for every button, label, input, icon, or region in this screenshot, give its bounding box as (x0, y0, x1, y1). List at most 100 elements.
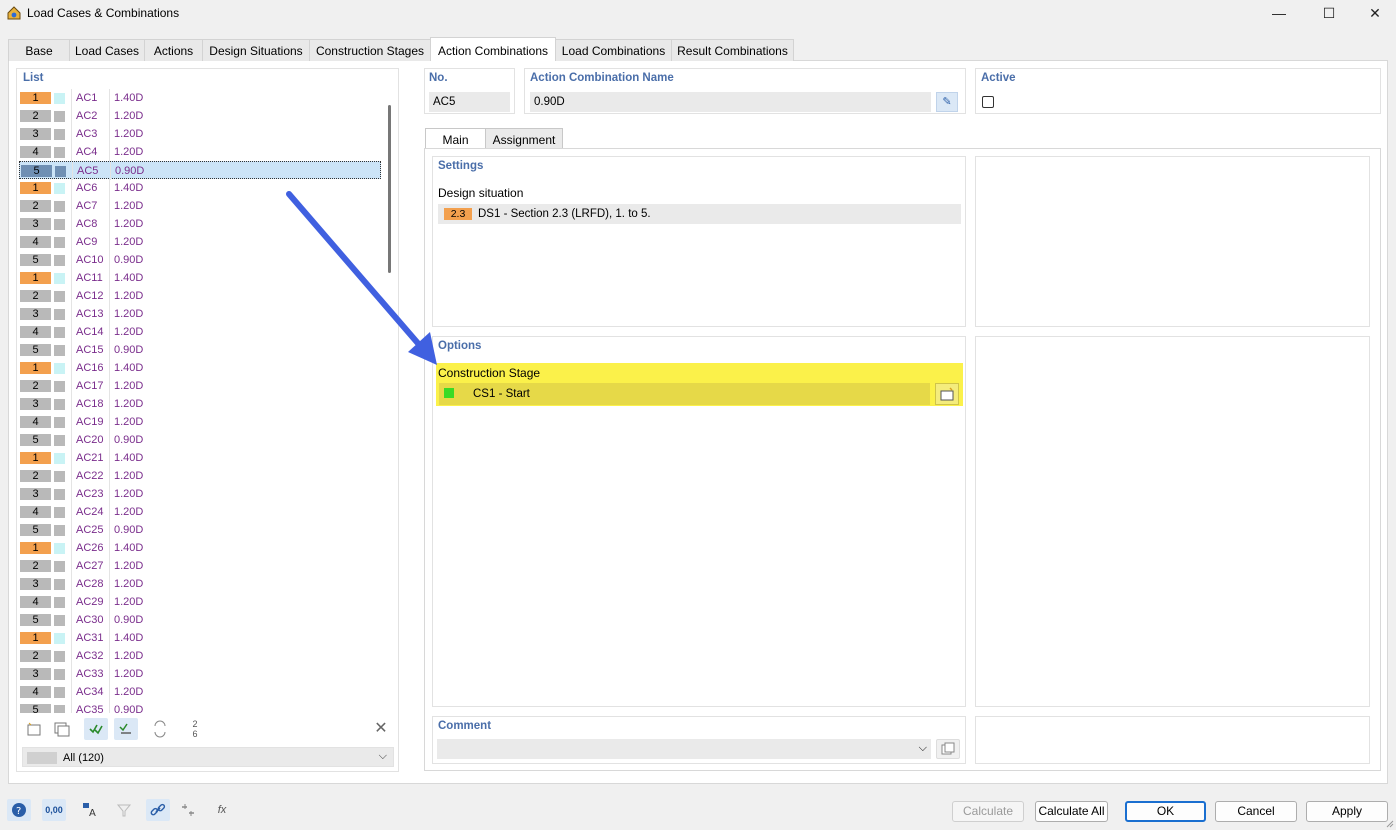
list-item[interactable]: 3 AC3 1.20D (19, 125, 381, 143)
list-item[interactable]: 5 AC35 0.90D (19, 701, 381, 713)
maximize-button[interactable]: ☐ (1306, 0, 1352, 28)
minimize-button[interactable]: — (1256, 0, 1302, 28)
list-item[interactable]: 2 AC27 1.20D (19, 557, 381, 575)
item-color-swatch (54, 381, 65, 392)
tab-assignment[interactable]: Assignment (485, 128, 563, 150)
column-divider (109, 215, 110, 233)
item-number-badge: 1 (20, 452, 51, 464)
svg-text:A: A (89, 808, 96, 819)
toggle-check-icon[interactable] (114, 718, 138, 740)
tab-result-combinations[interactable]: Result Combinations (671, 39, 794, 61)
item-description: 1.20D (114, 560, 144, 572)
calculate-all-button[interactable]: Calculate All (1035, 801, 1108, 822)
list-item[interactable]: 4 AC29 1.20D (19, 593, 381, 611)
list-item[interactable]: 5 AC5 0.90D (19, 161, 381, 180)
calculate-button[interactable]: Calculate (952, 801, 1024, 822)
ok-button[interactable]: OK (1125, 801, 1206, 822)
list-filter-select[interactable]: All (120) ⌵ (22, 747, 394, 767)
numbering-icon[interactable]: 26 (183, 718, 207, 740)
name-input[interactable]: 0.90D (530, 92, 931, 112)
no-input[interactable]: AC5 (429, 92, 510, 112)
cancel-button[interactable]: Cancel (1215, 801, 1297, 822)
column-divider (109, 683, 110, 701)
list-item[interactable]: 4 AC9 1.20D (19, 233, 381, 251)
list-item[interactable]: 5 AC20 0.90D (19, 431, 381, 449)
column-divider (71, 611, 72, 629)
item-name: AC7 (76, 200, 98, 212)
list-item[interactable]: 2 AC2 1.20D (19, 107, 381, 125)
item-name: AC17 (76, 380, 104, 392)
list-item[interactable]: 4 AC24 1.20D (19, 503, 381, 521)
list-item[interactable]: 1 AC6 1.40D (19, 179, 381, 197)
link-icon[interactable] (146, 799, 170, 821)
list-item[interactable]: 3 AC18 1.20D (19, 395, 381, 413)
item-number-badge: 3 (20, 398, 51, 410)
list-item[interactable]: 2 AC17 1.20D (19, 377, 381, 395)
list-item[interactable]: 5 AC30 0.90D (19, 611, 381, 629)
list-item[interactable]: 1 AC11 1.40D (19, 269, 381, 287)
tab-base[interactable]: Base (8, 39, 70, 61)
item-description: 1.20D (114, 200, 144, 212)
tab-actions[interactable]: Actions (144, 39, 203, 61)
function-icon[interactable]: fx (210, 799, 234, 821)
list-item[interactable]: 5 AC15 0.90D (19, 341, 381, 359)
tab-action-combinations[interactable]: Action Combinations (430, 37, 556, 61)
close-button[interactable]: ✕ (1352, 0, 1396, 28)
active-checkbox[interactable] (982, 96, 994, 108)
list-item[interactable]: 3 AC13 1.20D (19, 305, 381, 323)
resize-grip-icon[interactable] (1386, 820, 1394, 828)
design-situation-select[interactable]: 2.3 DS1 - Section 2.3 (LRFD), 1. to 5. (438, 204, 961, 224)
item-name: AC13 (76, 308, 104, 320)
tab-design-situations[interactable]: Design Situations (202, 39, 310, 61)
delete-icon[interactable]: ✕ (369, 718, 393, 740)
apply-button[interactable]: Apply (1306, 801, 1388, 822)
tab-construction-stages[interactable]: Construction Stages (309, 39, 431, 61)
new-item-icon[interactable] (22, 718, 46, 740)
list-item[interactable]: 3 AC28 1.20D (19, 575, 381, 593)
new-construction-stage-icon[interactable] (935, 383, 959, 405)
column-divider (71, 593, 72, 611)
list-item[interactable]: 3 AC23 1.20D (19, 485, 381, 503)
list-item[interactable]: 2 AC22 1.20D (19, 467, 381, 485)
list-item[interactable]: 3 AC8 1.20D (19, 215, 381, 233)
list-item[interactable]: 4 AC34 1.20D (19, 683, 381, 701)
unlink-icon[interactable] (176, 799, 200, 821)
units-icon[interactable]: 0,00 (42, 799, 66, 821)
help-icon[interactable]: ? (7, 799, 31, 821)
list-item[interactable]: 4 AC4 1.20D (19, 143, 381, 161)
comment-library-icon[interactable] (936, 739, 960, 759)
list-item[interactable]: 1 AC1 1.40D (19, 89, 381, 107)
comment-input[interactable]: ⌵ (437, 739, 931, 759)
tab-main[interactable]: Main (425, 128, 486, 150)
column-divider (109, 503, 110, 521)
tab-load-combinations[interactable]: Load Combinations (555, 39, 672, 61)
list-item[interactable]: 1 AC26 1.40D (19, 539, 381, 557)
item-name: AC23 (76, 488, 104, 500)
list-item[interactable]: 5 AC25 0.90D (19, 521, 381, 539)
item-description: 1.20D (114, 218, 144, 230)
construction-stage-color (444, 388, 454, 398)
list-item[interactable]: 4 AC14 1.20D (19, 323, 381, 341)
list-item[interactable]: 5 AC10 0.90D (19, 251, 381, 269)
list-item[interactable]: 4 AC19 1.20D (19, 413, 381, 431)
item-name: AC18 (76, 398, 104, 410)
column-divider (109, 323, 110, 341)
check-all-icon[interactable] (84, 718, 108, 740)
list-item[interactable]: 2 AC32 1.20D (19, 647, 381, 665)
item-description: 1.20D (114, 128, 144, 140)
text-format-icon[interactable]: A (78, 799, 102, 821)
tab-load-cases[interactable]: Load Cases (69, 39, 145, 61)
list-item[interactable]: 2 AC12 1.20D (19, 287, 381, 305)
list-item[interactable]: 2 AC7 1.20D (19, 197, 381, 215)
list-item[interactable]: 3 AC33 1.20D (19, 665, 381, 683)
combination-list[interactable]: 1 AC1 1.40D 2 AC2 1.20D 3 AC3 1.20D 4 AC4 1.20D 5 AC5… (19, 89, 381, 713)
copy-item-icon[interactable] (50, 718, 74, 740)
column-divider (110, 162, 111, 180)
renumber-icon[interactable] (148, 718, 172, 740)
edit-name-icon[interactable]: ✎ (936, 92, 958, 112)
list-item[interactable]: 1 AC16 1.40D (19, 359, 381, 377)
filter-icon[interactable] (112, 799, 136, 821)
list-item[interactable]: 1 AC21 1.40D (19, 449, 381, 467)
list-item[interactable]: 1 AC31 1.40D (19, 629, 381, 647)
list-scrollbar[interactable] (388, 105, 391, 273)
